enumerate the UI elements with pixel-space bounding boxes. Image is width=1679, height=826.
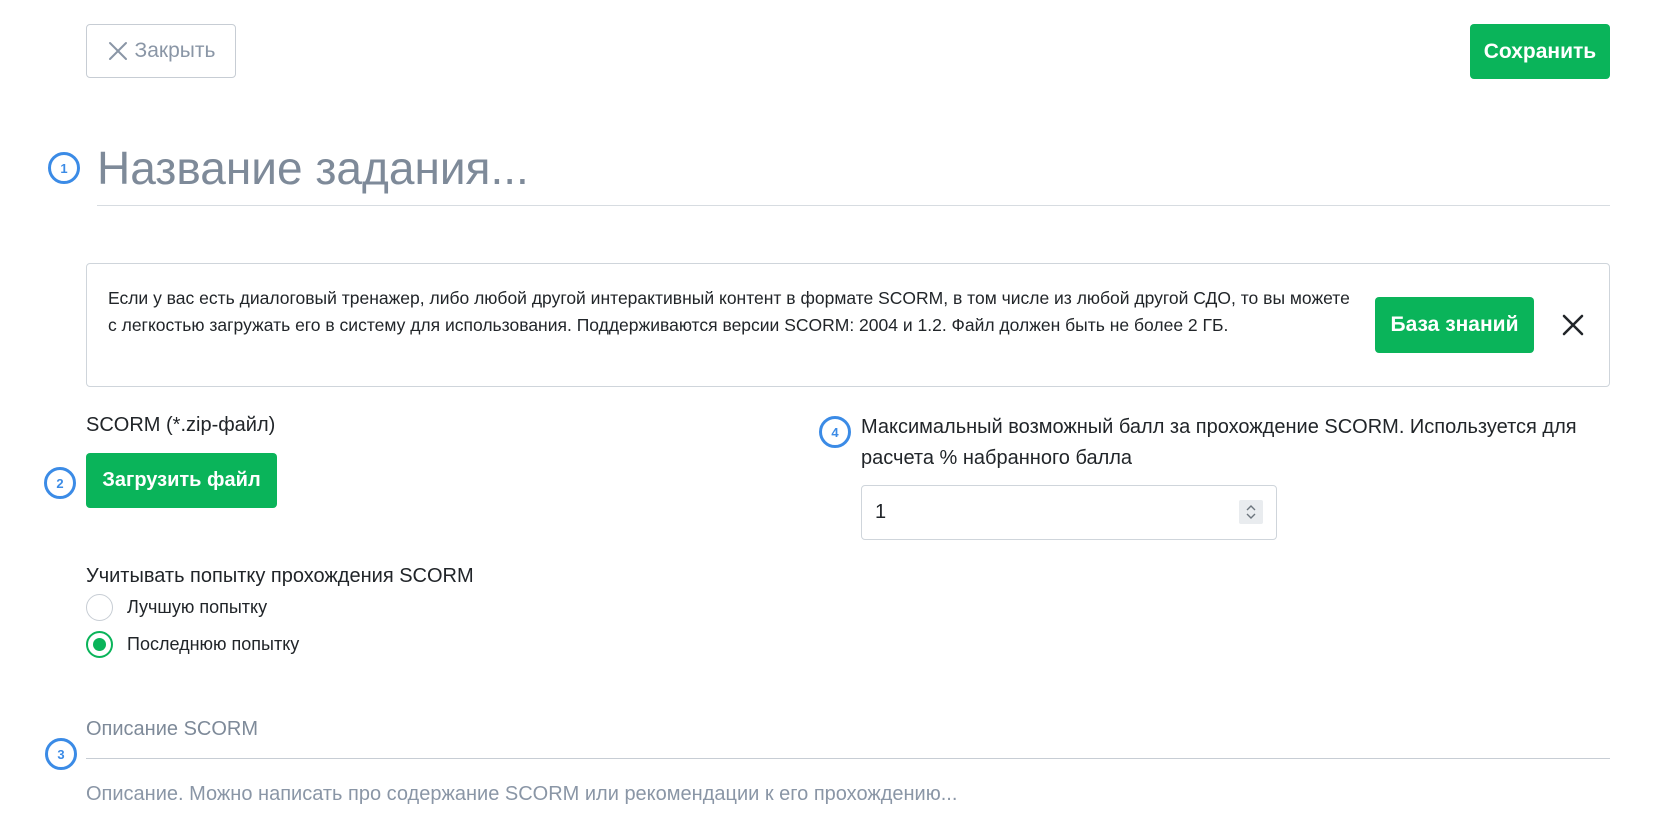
close-button-label: Закрыть [134,39,216,62]
attempt-group-title: Учитывать попытку прохождения SCORM [86,565,474,587]
upload-file-button[interactable]: Загрузить файл [86,453,277,508]
max-score-input[interactable]: 1 [861,485,1277,540]
radio-label: Последнюю попытку [127,634,300,654]
radio-label: Лучшую попытку [127,597,268,617]
description-input[interactable]: Описание. Можно написать про содержание … [86,783,957,806]
radio-circle-checked[interactable] [86,631,113,658]
number-spinner[interactable] [1239,500,1263,524]
save-button[interactable]: Сохранить [1470,24,1610,79]
close-icon [108,42,127,60]
scorm-file-label: SCORM (*.zip-файл) [86,414,276,436]
description-divider [86,758,1610,759]
step-marker-3: 3 [45,738,77,770]
radio-circle[interactable] [86,594,113,621]
close-icon [1562,314,1584,336]
max-score-label: Максимальный возможный балл за прохожден… [861,416,1577,469]
radio-best-attempt[interactable]: Лучшую попытку [86,594,267,621]
close-button[interactable]: Закрыть [86,24,236,78]
max-score-value: 1 [875,501,887,523]
radio-last-attempt[interactable]: Последнюю попытку [86,631,299,658]
step-marker-2: 2 [44,467,76,499]
spinner-arrows-icon [1246,505,1256,519]
step-marker-4: 4 [819,416,851,448]
task-title-input[interactable]: Название задания... [97,140,1610,206]
knowledge-base-button[interactable]: База знаний [1375,297,1534,353]
description-label: Описание SCORM [86,718,259,740]
step-marker-1: 1 [48,152,80,184]
info-banner-text: Если у вас есть диалоговый тренажер, либ… [108,288,1350,335]
banner-close-button[interactable] [1558,310,1588,340]
